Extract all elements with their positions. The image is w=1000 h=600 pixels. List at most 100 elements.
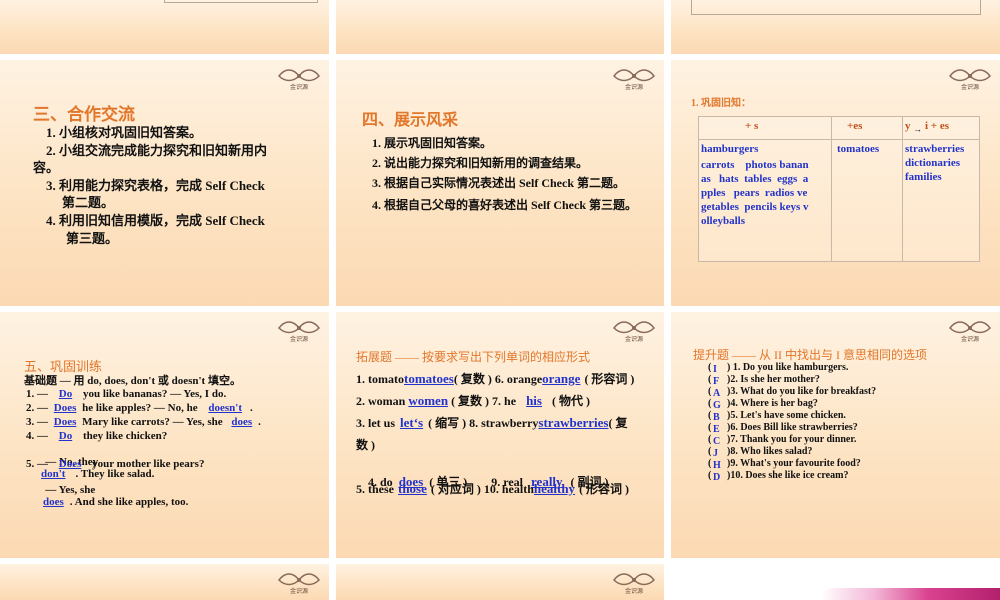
answer-letter: C	[713, 436, 721, 447]
row-text: ( 复数 ) 7. he	[451, 394, 517, 408]
exercise-line: — Yes, she does . And she like apples, to…	[26, 472, 188, 520]
line-prefix: 4. —	[26, 430, 48, 442]
slide-review-table[interactable]: 金识源 1. 巩固旧知： + s +es y → i + es hamburge…	[671, 60, 1000, 306]
matching-item: )4. Where is her bag?	[727, 398, 818, 409]
row-text: 3. let us	[356, 416, 395, 430]
list-item: 2. 说出能力探究和旧知新用的调查结果。	[372, 156, 589, 170]
exercise-row: 3. let us let‘s ( 缩写 ) 8. strawberrystrawb…	[356, 414, 627, 431]
header-i-es: i + es	[925, 120, 949, 132]
paren: (	[708, 458, 712, 469]
header-y: y	[905, 120, 911, 132]
line-prefix: — Yes, she	[37, 484, 96, 496]
list-item: 1. 小组核对巩固旧知答案。	[46, 125, 203, 140]
answer-blank: those	[398, 481, 427, 496]
answer-letter: A	[713, 388, 721, 399]
answer-blank: healthy	[533, 481, 576, 496]
list-item: 第三题。	[66, 231, 119, 246]
exercise-row: 数 )	[356, 436, 375, 453]
arrow-icon: →	[913, 124, 922, 134]
table-header-cell	[698, 116, 832, 140]
logo-ornament-icon: 金识源	[612, 320, 656, 343]
answer-letter: D	[713, 472, 721, 483]
row-text: 5. these	[356, 482, 394, 496]
line-prefix: 3. —	[26, 416, 48, 428]
line-prefix: 1. —	[26, 388, 48, 400]
paren: (	[708, 398, 712, 409]
answer-blank: Does	[58, 458, 82, 470]
flower-image	[821, 588, 1000, 600]
paren: (	[708, 362, 712, 373]
logo-ornament-icon: 金识源	[612, 572, 656, 595]
cell-text: families	[905, 171, 942, 183]
list-item: 3. 根据自己实际情况表述出 Self Check 第二题。	[372, 176, 625, 190]
logo-ornament-icon: 金识源	[277, 68, 321, 91]
answer-letter: F	[713, 376, 720, 387]
matching-item: )10. Does she like ice cream?	[727, 470, 849, 481]
matching-item: )9. What's your favourite food?	[727, 458, 861, 469]
answer-blank: let‘s	[400, 415, 424, 430]
matching-item: ) 1. Do you like hamburgers.	[727, 362, 849, 373]
row-text: ( 复	[608, 416, 628, 430]
exercise-row: 5. these those( 对应词 ) 10. healthhealthy( …	[356, 480, 629, 497]
exercise-line: 2. — Does he like apples? — No, he doesn…	[26, 402, 253, 414]
cell-text: strawberries	[905, 143, 965, 155]
answer-letter: J	[713, 448, 718, 459]
logo-text: 金识源	[289, 84, 308, 91]
line-text: they like chicken?	[82, 430, 168, 442]
matching-item: )2. Is she her mother?	[727, 374, 820, 385]
exercise-line: 4. — Do they like chicken?	[26, 430, 167, 442]
answer-blank: does	[43, 496, 64, 508]
matching-item: )5. Let's have some chicken.	[727, 410, 846, 421]
answer-blank: Do	[58, 430, 73, 442]
slide-presentation[interactable]: 金识源 四、展示风采 1. 展示巩固旧知答案。 2. 说出能力探究和旧知新用的调…	[336, 60, 664, 306]
slide-title: 拓展题 —— 按要求写出下列单词的相应形式	[356, 350, 591, 364]
row-text: ( 对应词 ) 10. health	[430, 482, 534, 496]
paren: (	[708, 422, 712, 433]
paren: (	[708, 386, 712, 397]
list-item: 2. 小组交流完成能力探究和旧知新用内	[46, 143, 268, 158]
slide-bottom-right[interactable]	[671, 588, 1000, 600]
exercise-row: 1. tomatotomatoes( 复数 ) 6. orangeorange(…	[356, 370, 634, 387]
logo-text: 金识源	[289, 588, 308, 595]
list-item: 容。	[33, 160, 60, 175]
slide-cooperation[interactable]: 金识源 三、合作交流 1. 小组核对巩固旧知答案。 2. 小组交流完成能力探究和…	[0, 60, 329, 306]
slide-extension[interactable]: 金识源 拓展题 —— 按要求写出下列单词的相应形式 1. tomatotomat…	[336, 312, 664, 558]
table-cell	[831, 139, 903, 262]
row-text: 数 )	[356, 438, 375, 452]
paren: (	[708, 470, 712, 481]
answer-letter: I	[713, 364, 717, 375]
slide-title: 提升题 —— 从 II 中找出与 I 意思相同的选项	[693, 348, 927, 362]
matching-item: )3. What do you like for breakfast?	[727, 386, 877, 397]
slide-top-right[interactable]	[671, 0, 1000, 54]
row-text: ( 复数 ) 6. orange	[453, 372, 543, 386]
answer-letter: H	[713, 460, 721, 471]
logo-text: 金识源	[960, 336, 979, 343]
logo-text: 金识源	[289, 336, 308, 343]
paren: (	[708, 374, 712, 385]
answer-blank: Do	[58, 388, 73, 400]
slide-practice[interactable]: 金识源 五、巩固训练 基础题 — 用 do, does, don't 或 doe…	[0, 312, 329, 558]
header-plus-s: + s	[745, 120, 759, 132]
row-text: ( 形容词 )	[584, 372, 635, 386]
row-text: 2. woman	[356, 394, 406, 408]
list-item: 4. 根据自己父母的喜好表述出 Self Check 第三题。	[372, 198, 637, 212]
exercise-line: 3. — Does Mary like carrots? — Yes, she …	[26, 416, 261, 428]
cell-text: hamburgers	[701, 143, 759, 155]
cell-text: pples pears radios ve	[701, 187, 808, 199]
logo-ornament-icon: 金识源	[612, 68, 656, 91]
paren: (	[708, 434, 712, 445]
slide-top-left[interactable]	[0, 0, 329, 54]
top-right-box	[691, 0, 981, 15]
slide-bottom-left[interactable]: 金识源	[0, 564, 329, 600]
slide-title: 四、展示风采	[362, 110, 459, 129]
logo-ornament-icon: 金识源	[948, 68, 992, 91]
line-text: he like apples? — No, he	[82, 402, 198, 414]
answer-blank: Does	[53, 402, 77, 414]
exercise-line: 1. — Do you like bananas? — Yes, I do.	[26, 388, 226, 400]
paren: (	[708, 446, 712, 457]
answer-letter: E	[713, 424, 720, 435]
slide-top-mid[interactable]	[336, 0, 664, 54]
list-item: 4. 利用旧知信用模版，完成 Self Check	[46, 213, 265, 228]
slide-bottom-mid[interactable]: 金识源	[336, 564, 664, 600]
logo-text: 金识源	[624, 588, 643, 595]
